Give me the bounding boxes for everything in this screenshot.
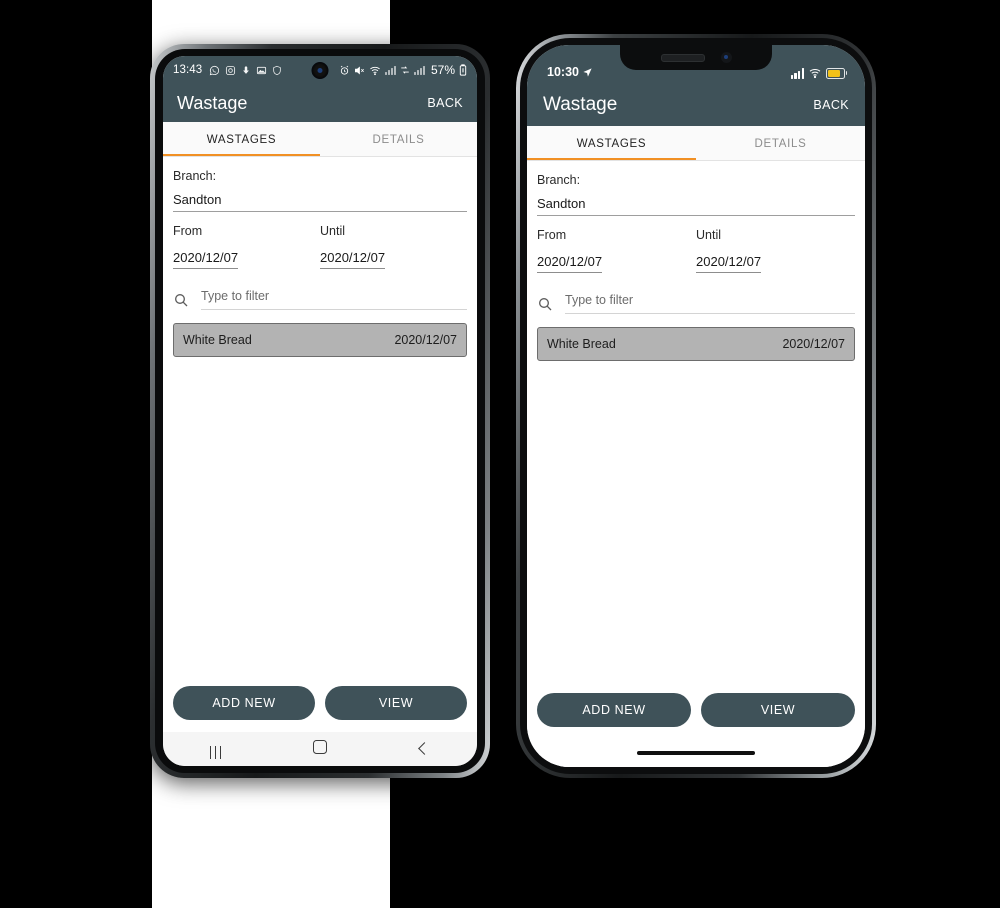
tab-wastages[interactable]: WASTAGES [527,126,696,160]
tab-active-underline [163,153,320,156]
back-button[interactable]: BACK [427,96,463,110]
ios-home-indicator-area [527,739,865,767]
ios-status-clock: 10:30 [547,65,593,79]
instagram-icon [226,65,236,75]
branch-value[interactable]: Sandton [537,196,855,216]
location-arrow-icon [583,67,592,77]
recents-icon [208,745,223,759]
android-status-clock: 13:43 [173,64,203,76]
home-indicator[interactable] [637,750,755,756]
from-date-group: From 2020/12/07 [173,224,320,269]
list-item[interactable]: White Bread 2020/12/07 [537,327,855,361]
recents-button[interactable] [163,739,268,759]
battery-icon [826,67,848,79]
iphone-screen: 10:30 Wastage BACK WASTAGES DETAILS Bran… [527,45,865,767]
signal-icon [790,68,804,79]
list-item[interactable]: White Bread 2020/12/07 [173,323,467,357]
from-date-group: From 2020/12/07 [537,228,696,273]
view-button[interactable]: VIEW [701,693,855,727]
android-status-right-icons: 57% [339,63,467,77]
search-input[interactable]: Type to filter [565,293,855,314]
ios-status-bar: 10:30 [527,45,865,84]
filter-row: Type to filter [173,289,467,317]
branch-value[interactable]: Sandton [173,192,467,212]
iphone-mockup: 10:30 Wastage BACK WASTAGES DETAILS Bran… [516,34,876,778]
page-title: Wastage [543,94,618,115]
from-date-input[interactable]: 2020/12/07 [537,254,603,273]
view-button[interactable]: VIEW [325,686,467,720]
signal-icon [384,66,396,75]
android-app-bar: Wastage BACK [163,84,477,122]
branch-label: Branch: [537,173,581,187]
until-date-group: Until 2020/12/07 [696,228,855,273]
tab-wastages[interactable]: WASTAGES [163,122,320,156]
tab-details[interactable]: DETAILS [320,122,477,156]
date-range-row: From 2020/12/07 Until 2020/12/07 [537,228,855,273]
home-icon [313,739,327,754]
add-new-button[interactable]: ADD NEW [537,693,691,727]
search-icon [539,297,552,310]
android-content: Branch: Sandton From 2020/12/07 Until 20… [163,157,477,732]
back-icon [418,742,432,755]
list-item-date: 2020/12/07 [782,337,845,351]
tab-details[interactable]: DETAILS [696,126,865,160]
back-nav-button[interactable] [372,740,477,758]
whatsapp-icon [210,65,220,75]
ios-action-buttons: ADD NEW VIEW [537,693,855,739]
list-item-name: White Bread [183,333,252,347]
until-date-group: Until 2020/12/07 [320,224,467,269]
shield-icon [273,65,281,75]
sync-icon [401,66,409,74]
wifi-icon [809,69,821,79]
android-action-buttons: ADD NEW VIEW [173,686,467,732]
android-phone-mockup: 13:43 57% Wastage BACK WASTAGES DETAILS … [150,44,490,778]
android-navigation-bar [163,732,477,766]
android-tab-bar: WASTAGES DETAILS [163,122,477,157]
search-icon [175,293,188,306]
page-title: Wastage [177,92,248,113]
search-input[interactable]: Type to filter [201,289,467,310]
list-item-date: 2020/12/07 [394,333,457,347]
wifi-icon [369,66,380,75]
from-label: From [173,224,203,238]
ios-status-right-icons [790,67,848,79]
home-button[interactable] [268,739,373,759]
gallery-icon [257,66,267,74]
android-status-bar: 13:43 57% [163,56,477,84]
front-camera [720,52,732,63]
android-battery-percent: 57% [430,63,455,77]
earpiece-speaker [660,53,705,62]
until-label: Until [320,224,346,238]
android-status-left-icons [209,65,282,76]
ios-clock-text: 10:30 [547,65,579,79]
until-date-input[interactable]: 2020/12/07 [320,250,386,269]
android-front-camera [311,62,329,79]
filter-row: Type to filter [537,293,855,321]
signal-icon [413,66,425,75]
back-button[interactable]: BACK [813,98,849,112]
tab-active-underline [527,157,696,160]
alarm-icon [340,65,349,75]
iphone-notch [620,45,772,70]
ios-content: Branch: Sandton From 2020/12/07 Until 20… [527,161,865,739]
date-range-row: From 2020/12/07 Until 2020/12/07 [173,224,467,269]
add-new-button[interactable]: ADD NEW [173,686,315,720]
ios-app-bar: Wastage BACK [527,84,865,126]
from-label: From [537,228,567,242]
branch-label: Branch: [173,169,217,183]
mute-icon [354,66,364,74]
ios-tab-bar: WASTAGES DETAILS [527,126,865,161]
battery-icon [459,64,467,76]
android-screen: 13:43 57% Wastage BACK WASTAGES DETAILS … [163,56,477,766]
from-date-input[interactable]: 2020/12/07 [173,250,239,269]
list-item-name: White Bread [547,337,616,351]
download-icon [243,65,250,74]
until-label: Until [696,228,722,242]
until-date-input[interactable]: 2020/12/07 [696,254,762,273]
